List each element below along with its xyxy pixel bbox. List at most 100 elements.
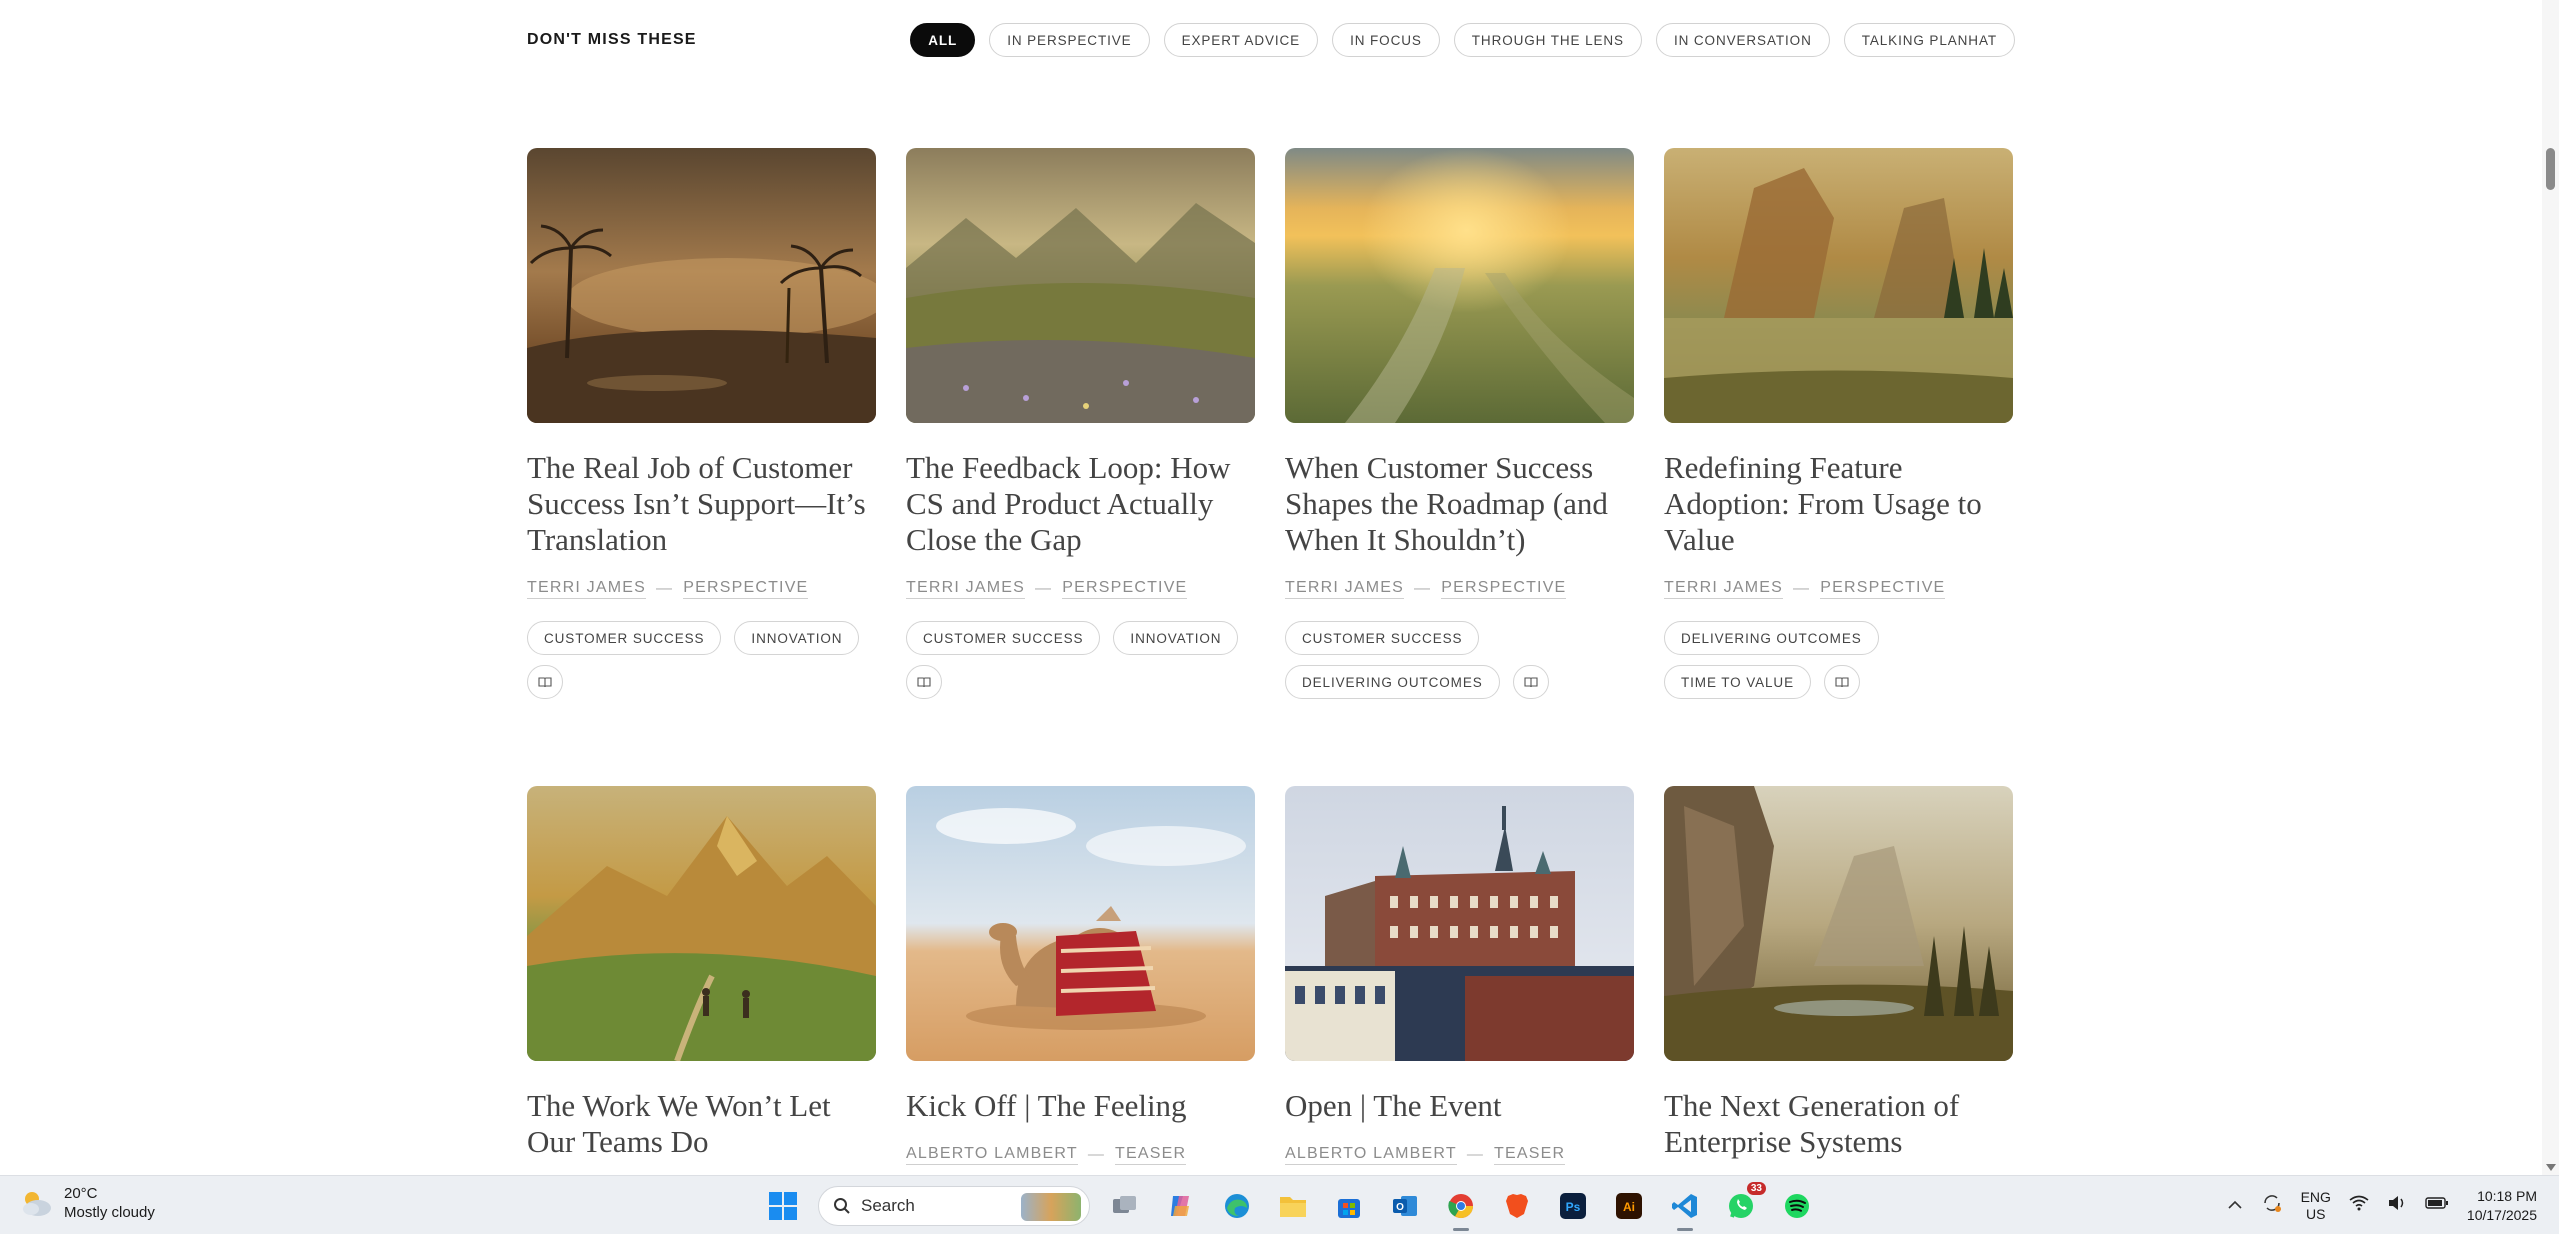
article-category[interactable]: PERSPECTIVE (1062, 579, 1188, 599)
page-scrollbar[interactable] (2542, 0, 2559, 1175)
outlook-icon[interactable]: O (1384, 1185, 1426, 1227)
article-image-canyon-valley[interactable] (1664, 786, 2013, 1061)
filter-pill-expert-advice[interactable]: EXPERT ADVICE (1163, 23, 1319, 57)
article-title[interactable]: The Real Job of Customer Success Isn’t S… (527, 450, 876, 558)
article-category[interactable]: TEASER (1494, 1145, 1566, 1165)
article-author[interactable]: ALBERTO LAMBERT (906, 1145, 1078, 1165)
article-image-camel[interactable] (906, 786, 1255, 1061)
book-icon[interactable] (1823, 665, 1860, 699)
volume-icon[interactable] (2387, 1195, 2407, 1216)
system-tray: ENG US 10:18 PM 10/17/2025 (2227, 1176, 2559, 1234)
filter-pill-through-the-lens[interactable]: THROUGH THE LENS (1453, 23, 1642, 57)
cloudy-weather-icon (23, 1192, 51, 1216)
taskbar-apps: Search O Ps Ai 33 (762, 1182, 1818, 1231)
article-title[interactable]: The Next Generation of Enterprise System… (1664, 1088, 2013, 1160)
filter-pill-all[interactable]: ALL (910, 23, 976, 57)
article-card[interactable]: The Real Job of Customer Success Isn’t S… (527, 148, 876, 699)
windows-start-icon[interactable] (762, 1185, 804, 1227)
article-category[interactable]: TEASER (1115, 1145, 1187, 1165)
book-icon[interactable] (906, 665, 942, 699)
book-icon[interactable] (527, 665, 563, 699)
tag-chip[interactable]: CUSTOMER SUCCESS (1285, 621, 1480, 655)
article-card[interactable]: Open | The Event ALBERTO LAMBERT — TEASE… (1285, 786, 1634, 1165)
filter-pill-talking-planhat[interactable]: TALKING PLANHAT (1843, 23, 2015, 57)
article-byline: ALBERTO LAMBERT — TEASER (906, 1145, 1255, 1165)
article-card[interactable]: The Next Generation of Enterprise System… (1664, 786, 2013, 1165)
chrome-icon[interactable] (1440, 1185, 1482, 1231)
article-tags: CUSTOMER SUCCESS INNOVATION (527, 621, 876, 699)
svg-text:O: O (1396, 1202, 1404, 1213)
copilot-icon[interactable] (1160, 1185, 1202, 1227)
article-category[interactable]: PERSPECTIVE (683, 579, 809, 599)
article-title[interactable]: The Work We Won’t Let Our Teams Do (527, 1088, 876, 1160)
article-image-mountain-hikers[interactable] (527, 786, 876, 1061)
battery-icon[interactable] (2425, 1196, 2449, 1215)
book-icon[interactable] (1512, 665, 1549, 699)
vscode-icon[interactable] (1664, 1185, 1706, 1231)
chevron-up-icon[interactable] (2227, 1197, 2243, 1215)
article-title[interactable]: Kick Off | The Feeling (906, 1088, 1255, 1124)
file-explorer-icon[interactable] (1272, 1185, 1314, 1227)
article-card[interactable]: The Work We Won’t Let Our Teams Do (527, 786, 876, 1165)
sync-icon[interactable] (2261, 1192, 2283, 1219)
article-byline: TERRI JAMES — PERSPECTIVE (1664, 579, 2013, 599)
search-label: Search (861, 1196, 915, 1215)
filter-pill-in-conversation[interactable]: IN CONVERSATION (1655, 23, 1830, 57)
weather-widget[interactable]: 20°C Mostly cloudy (18, 1184, 155, 1222)
svg-text:Ps: Ps (1566, 1200, 1581, 1214)
article-title[interactable]: Open | The Event (1285, 1088, 1634, 1124)
photoshop-icon[interactable]: Ps (1552, 1185, 1594, 1227)
task-view-icon[interactable] (1104, 1185, 1146, 1227)
tag-chip[interactable]: CUSTOMER SUCCESS (906, 621, 1101, 655)
brave-icon[interactable] (1496, 1185, 1538, 1227)
article-title[interactable]: Redefining Feature Adoption: From Usage … (1664, 450, 2013, 558)
spotify-icon[interactable] (1776, 1185, 1818, 1227)
article-card[interactable]: When Customer Success Shapes the Roadmap… (1285, 148, 1634, 699)
article-category[interactable]: PERSPECTIVE (1820, 579, 1946, 599)
tag-chip[interactable]: CUSTOMER SUCCESS (527, 621, 722, 655)
wifi-icon[interactable] (2349, 1195, 2369, 1216)
article-image-meadow-valley[interactable] (906, 148, 1255, 423)
byline-separator: — (1793, 580, 1811, 597)
scroll-down-arrow-icon[interactable] (2546, 1164, 2556, 1171)
article-category[interactable]: PERSPECTIVE (1441, 579, 1567, 599)
article-image-golden-lake[interactable] (1664, 148, 2013, 423)
article-author[interactable]: TERRI JAMES (1664, 579, 1783, 599)
article-title[interactable]: When Customer Success Shapes the Roadmap… (1285, 450, 1634, 558)
whatsapp-icon[interactable]: 33 (1720, 1182, 1766, 1227)
tag-chip[interactable]: DELIVERING OUTCOMES (1664, 621, 1879, 655)
article-image-desert-palms[interactable] (527, 148, 876, 423)
tag-chip[interactable]: DELIVERING OUTCOMES (1285, 665, 1500, 699)
clock-date: 10/17/2025 (2466, 1206, 2537, 1223)
tag-chip[interactable]: TIME TO VALUE (1664, 665, 1811, 699)
tag-chip[interactable]: INNOVATION (734, 621, 860, 655)
language-region: US (2306, 1205, 2326, 1222)
article-card[interactable]: Redefining Feature Adoption: From Usage … (1664, 148, 2013, 699)
illustrator-icon[interactable]: Ai (1608, 1185, 1650, 1227)
filter-pill-in-perspective[interactable]: IN PERSPECTIVE (989, 23, 1150, 57)
filter-pill-in-focus[interactable]: IN FOCUS (1332, 23, 1440, 57)
article-grid-row-2: The Work We Won’t Let Our Teams Do Kick … (527, 786, 2015, 1165)
article-image-blurred-sunset[interactable] (1285, 148, 1634, 423)
article-author[interactable]: TERRI JAMES (527, 579, 646, 599)
article-image-city-building[interactable] (1285, 786, 1634, 1061)
byline-separator: — (1035, 580, 1053, 597)
svg-text:Ai: Ai (1623, 1200, 1635, 1214)
filter-bar: DON'T MISS THESE ALL IN PERSPECTIVE EXPE… (527, 20, 2015, 60)
language-indicator[interactable]: ENG US (2301, 1189, 2331, 1223)
store-icon[interactable] (1328, 1185, 1370, 1227)
article-author[interactable]: ALBERTO LAMBERT (1285, 1145, 1457, 1165)
article-author[interactable]: TERRI JAMES (906, 579, 1025, 599)
weather-description: Mostly cloudy (64, 1204, 155, 1221)
article-title[interactable]: The Feedback Loop: How CS and Product Ac… (906, 450, 1255, 558)
article-card[interactable]: Kick Off | The Feeling ALBERTO LAMBERT —… (906, 786, 1255, 1165)
scrollbar-thumb[interactable] (2546, 148, 2555, 190)
edge-icon[interactable] (1216, 1185, 1258, 1227)
clock[interactable]: 10:18 PM 10/17/2025 (2467, 1187, 2537, 1225)
tag-chip[interactable]: INNOVATION (1113, 621, 1239, 655)
article-author[interactable]: TERRI JAMES (1285, 579, 1404, 599)
taskbar-search[interactable]: Search (818, 1186, 1090, 1226)
language-code: ENG (2300, 1188, 2331, 1205)
weather-temperature: 20°C (64, 1185, 98, 1202)
article-card[interactable]: The Feedback Loop: How CS and Product Ac… (906, 148, 1255, 699)
